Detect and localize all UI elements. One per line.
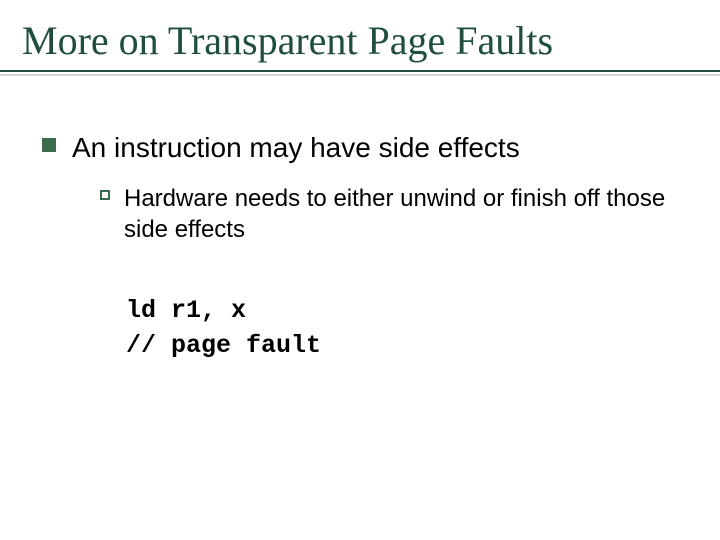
square-bullet-icon bbox=[42, 138, 56, 152]
bullet-level-1: An instruction may have side effects bbox=[42, 130, 698, 165]
title-area: More on Transparent Page Faults bbox=[22, 18, 698, 70]
square-outline-bullet-icon bbox=[100, 190, 110, 200]
title-underline bbox=[0, 70, 720, 72]
bullet-level-1-text: An instruction may have side effects bbox=[72, 130, 520, 165]
bullet-level-2: Hardware needs to either unwind or finis… bbox=[100, 183, 698, 245]
slide-title: More on Transparent Page Faults bbox=[22, 18, 698, 70]
code-line-2: // page fault bbox=[126, 331, 321, 360]
code-block: ld r1, x // page fault bbox=[126, 293, 698, 363]
slide-body: An instruction may have side effects Har… bbox=[22, 130, 698, 363]
bullet-level-2-text: Hardware needs to either unwind or finis… bbox=[124, 183, 684, 245]
code-line-1: ld r1, x bbox=[126, 296, 246, 325]
slide: More on Transparent Page Faults An instr… bbox=[0, 0, 720, 540]
title-underline-shadow bbox=[0, 74, 720, 76]
